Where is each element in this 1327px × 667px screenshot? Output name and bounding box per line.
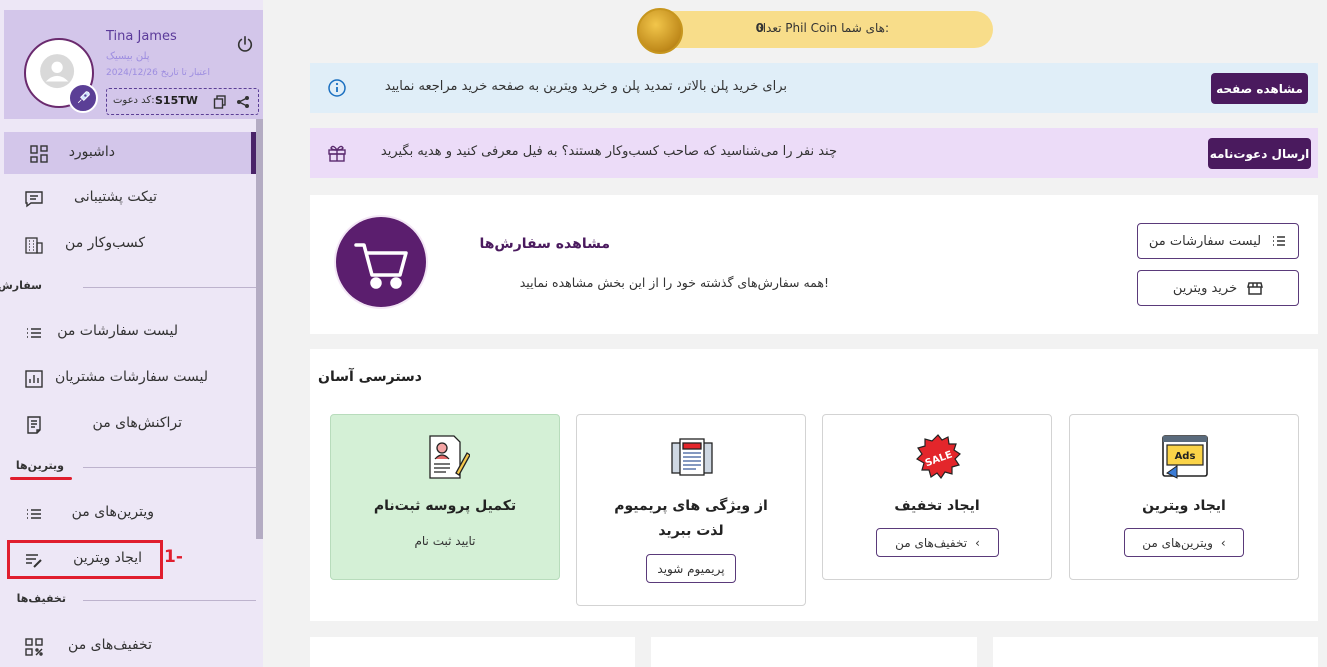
- power-icon[interactable]: [236, 35, 256, 55]
- plan-purchase-banner: مشاهده صفحه برای خرید پلن بالاتر، تمدید …: [310, 63, 1318, 113]
- quick-access-title: دسترسی آسان: [318, 369, 422, 385]
- invite-code-box: کد دعوت: S15TW: [106, 88, 259, 115]
- orders-title: مشاهده سفارش‌ها: [479, 236, 610, 252]
- list-icon: [24, 323, 44, 343]
- svg-text:Ads: Ads: [1175, 451, 1196, 462]
- sidebar-item-label: تراکنش‌های من: [92, 415, 182, 431]
- section-title: تخفیف‌ها: [16, 592, 66, 605]
- gift-icon: [327, 143, 347, 163]
- coin-label: تعداد Phil Coin های شما:: [757, 21, 889, 35]
- quick-card-title: از ویژگی های پریمیوم لذت ببرید: [614, 498, 768, 539]
- section-orders-header: سفارش‌ها: [0, 277, 256, 297]
- annotation-underline: [10, 477, 72, 480]
- banner-text: برای خرید پلن بالاتر، تمدید پلن و خرید و…: [384, 79, 787, 94]
- ads-icon: Ads: [1161, 433, 1209, 481]
- list-icon: [1273, 236, 1286, 246]
- section-discounts-header: تخفیف‌ها: [4, 590, 256, 610]
- bottom-card: [310, 637, 635, 667]
- quick-card-create-discount[interactable]: SALE ایجاد تخفیف تخفیف‌های من ‹: [822, 414, 1052, 580]
- user-name: Tina James: [106, 29, 177, 44]
- annotation-highlight-box: [7, 540, 163, 579]
- section-title: ویترین‌ها: [15, 459, 64, 472]
- sidebar-scrollbar[interactable]: [256, 119, 263, 539]
- sidebar-item-dashboard[interactable]: داشبورد: [4, 132, 256, 174]
- resume-icon: [422, 433, 470, 481]
- orders-subtitle: همه سفارش‌های گذشته خود را از این بخش مش…: [519, 275, 829, 290]
- sidebar-item-label: لیست سفارشات مشتریان: [54, 369, 208, 385]
- info-icon: [327, 78, 347, 98]
- invite-label: کد دعوت:: [113, 95, 155, 106]
- share-icon[interactable]: [236, 95, 250, 109]
- validity-date: 2024/12/26: [106, 68, 158, 78]
- divider: [83, 467, 256, 468]
- sidebar-item-label: لیست سفارشات من: [57, 323, 178, 339]
- ticket-icon: [24, 189, 44, 209]
- building-icon: [24, 235, 44, 255]
- quick-card-subtitle: تایید ثبت نام: [414, 534, 476, 548]
- button-label: لیست سفارشات من: [1148, 233, 1262, 249]
- chart-icon: [24, 369, 44, 389]
- divider: [83, 287, 256, 288]
- sidebar-item-label: تخفیف‌های من: [68, 637, 152, 653]
- section-title: سفارش‌ها: [0, 279, 42, 292]
- profile-panel: Tina James پلن بیسیک 2024/12/26 اعتبار ت…: [4, 10, 263, 119]
- store-icon: [1247, 282, 1264, 295]
- sidebar-item-label: ویترین‌های من: [71, 504, 154, 520]
- receipt-icon: [24, 415, 44, 435]
- button-label: تخفیف‌های من: [895, 535, 968, 550]
- quick-access-card: دسترسی آسان Ads ایجاد ویترین ویترین‌های …: [310, 349, 1318, 621]
- invite-code: S15TW: [155, 94, 198, 107]
- my-discounts-button[interactable]: تخفیف‌های من ‹: [876, 528, 999, 557]
- send-invitation-button[interactable]: ارسال دعوت‌نامه: [1208, 138, 1311, 169]
- plan-validity: 2024/12/26 اعتبار تا تاریخ: [106, 68, 210, 78]
- list-icon: [24, 504, 44, 524]
- button-label: خرید ویترین: [1172, 280, 1238, 296]
- quick-card-title: تکمیل پروسه ثبت‌نام: [373, 498, 517, 514]
- sidebar-item-transactions[interactable]: تراکنش‌های من: [4, 403, 256, 445]
- sidebar: Tina James پلن بیسیک 2024/12/26 اعتبار ت…: [0, 0, 263, 667]
- quick-card-complete-registration[interactable]: تکمیل پروسه ثبت‌نام تایید ثبت نام: [330, 414, 560, 580]
- phil-coin-counter: 0 تعداد Phil Coin های شما:: [637, 8, 993, 54]
- sidebar-item-label: کسب‌وکار من: [65, 235, 145, 251]
- view-page-button[interactable]: مشاهده صفحه: [1211, 73, 1308, 104]
- dashboard-grid-icon: [29, 144, 49, 164]
- quick-card-title: ایجاد ویترین: [1142, 498, 1226, 514]
- go-premium-button[interactable]: پریمیوم شوید: [646, 554, 736, 583]
- chevron-left-icon: ‹: [975, 535, 980, 550]
- my-orders-list-button[interactable]: لیست سفارشات من: [1137, 223, 1299, 259]
- sidebar-item-support[interactable]: تیکت پشتیبانی: [4, 177, 256, 219]
- sidebar-item-my-orders[interactable]: لیست سفارشات من: [4, 311, 256, 353]
- button-label: پریمیوم شوید: [657, 561, 725, 576]
- sidebar-item-my-discounts[interactable]: تخفیف‌های من: [4, 625, 256, 667]
- bottom-card: [993, 637, 1318, 667]
- orders-card: مشاهده سفارش‌ها همه سفارش‌های گذشته خود …: [310, 195, 1318, 334]
- sidebar-item-my-showcases[interactable]: ویترین‌های من: [4, 492, 256, 534]
- sidebar-item-label: تیکت پشتیبانی: [74, 189, 157, 205]
- banner-text: چند نفر را می‌شناسید که صاحب کسب‌وکار هس…: [380, 144, 837, 159]
- newspaper-icon: [668, 433, 716, 481]
- divider: [83, 600, 256, 601]
- sale-icon: SALE: [914, 433, 962, 481]
- quick-card-create-showcase[interactable]: Ads ایجاد ویترین ویترین‌های من ‹: [1069, 414, 1299, 580]
- sidebar-item-business[interactable]: کسب‌وکار من: [4, 223, 256, 265]
- copy-icon[interactable]: [213, 95, 227, 109]
- cart-icon: [336, 217, 426, 307]
- invite-friends-banner: ارسال دعوت‌نامه چند نفر را می‌شناسید که …: [310, 128, 1318, 178]
- sidebar-item-label: داشبورد: [68, 144, 115, 160]
- chevron-left-icon: ‹: [1220, 535, 1226, 550]
- plan-name: پلن بیسیک: [106, 51, 150, 62]
- quick-card-title: ایجاد تخفیف: [894, 498, 980, 514]
- button-label: ویترین‌های من: [1142, 535, 1213, 550]
- sidebar-item-customer-orders[interactable]: لیست سفارشات مشتریان: [4, 357, 256, 399]
- buy-showcase-button[interactable]: خرید ویترین: [1137, 270, 1299, 306]
- bottom-card: [651, 637, 977, 667]
- rocket-icon: [68, 83, 98, 113]
- section-showcases-header: ویترین‌ها: [4, 457, 256, 477]
- my-showcases-button[interactable]: ویترین‌های من ‹: [1124, 528, 1244, 557]
- validity-label: اعتبار تا تاریخ: [160, 68, 211, 78]
- annotation-label: 1-: [164, 547, 183, 567]
- coin-icon: [637, 8, 683, 54]
- qr-discount-icon: [24, 637, 44, 657]
- quick-card-premium[interactable]: از ویژگی های پریمیوم لذت ببرید پریمیوم ش…: [576, 414, 806, 606]
